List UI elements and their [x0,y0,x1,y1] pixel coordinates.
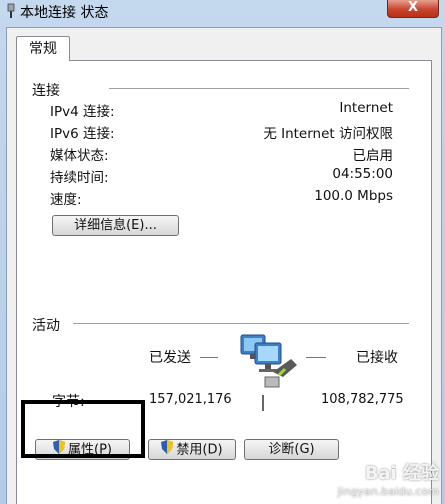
network-computers-icon [239,329,301,391]
media-state-label: 媒体状态: [50,148,109,164]
title-bar: 本地连接 状态 X [0,0,445,22]
disable-button[interactable]: 禁用(D) [148,439,236,460]
connection-group-label: 连接 [32,83,60,99]
watermark: Bai 经验 jingyan.baidu.com [337,459,439,498]
speed-label: 速度: [50,192,82,208]
received-bytes-value: 108,782,775 [321,392,404,407]
activity-group-label: 活动 [32,318,60,334]
sent-dash [200,357,218,358]
network-adapter-icon [5,3,17,19]
ipv6-value: 无 Internet 访问权限 [263,126,393,142]
ipv4-value: Internet [339,100,393,116]
status-window: 本地连接 状态 X 常规 连接 IPv4 连接: Internet IPv6 连… [0,0,445,504]
activity-separator [262,395,264,411]
received-label: 已接收 [356,350,398,366]
disable-button-label: 禁用(D) [176,442,223,458]
activity-group-divider [73,323,409,325]
close-icon: X [407,0,419,15]
details-button[interactable]: 详细信息(E)... [52,215,179,236]
watermark-sub: jingyan.baidu.com [337,485,439,498]
ipv6-label: IPv6 连接: [50,126,115,142]
ipv4-label: IPv4 连接: [50,104,115,120]
watermark-main: Bai 经验 [364,463,439,484]
connection-group-divider [109,88,409,90]
duration-value: 04:55:00 [332,166,393,182]
diagnose-button[interactable]: 诊断(G) [244,439,339,460]
shield-icon [161,440,174,460]
close-button[interactable]: X [387,0,439,18]
tab-general[interactable]: 常规 [16,36,70,61]
received-dash [306,357,326,358]
highlight-box [21,400,145,458]
sent-label: 已发送 [149,350,191,366]
speed-value: 100.0 Mbps [314,188,393,204]
duration-label: 持续时间: [50,170,109,186]
window-title: 本地连接 状态 [20,5,109,21]
media-state-value: 已启用 [352,148,394,164]
sent-bytes-value: 157,021,176 [149,392,232,407]
